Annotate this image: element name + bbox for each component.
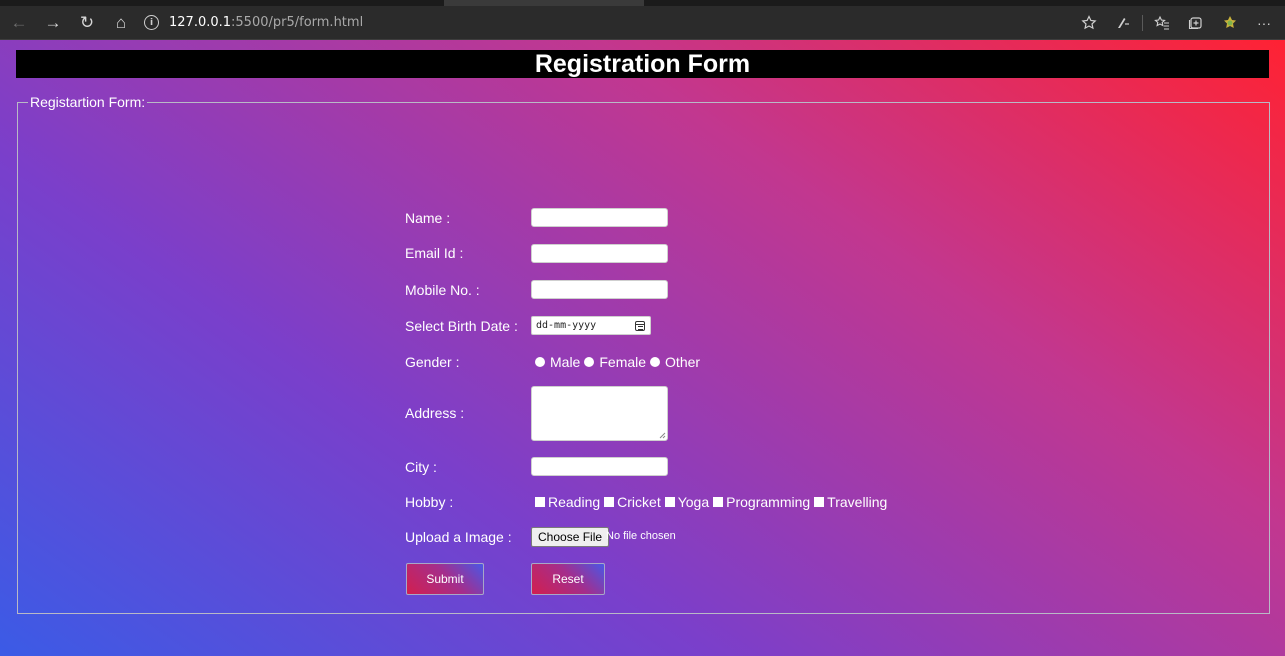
file-status: No file chosen xyxy=(606,530,676,542)
submit-button[interactable]: Submit xyxy=(406,563,484,595)
city-input[interactable] xyxy=(531,457,668,476)
reset-button[interactable]: Reset xyxy=(531,563,605,595)
back-icon[interactable]: ← xyxy=(4,8,34,38)
hobby-programming-checkbox[interactable] xyxy=(713,497,724,507)
read-aloud-icon[interactable] xyxy=(1108,8,1138,38)
gender-female-label: Female xyxy=(599,354,647,370)
refresh-icon[interactable]: ↻ xyxy=(72,8,102,38)
toolbar-separator xyxy=(1142,15,1143,31)
upload-label: Upload a Image : xyxy=(405,529,512,545)
mobile-input[interactable] xyxy=(531,280,668,299)
more-options-icon[interactable]: ··· xyxy=(1249,8,1279,38)
birthdate-label: Select Birth Date : xyxy=(405,318,518,334)
choose-file-button[interactable]: Choose File xyxy=(531,527,610,547)
address-path: :5500/pr5/form.html xyxy=(231,15,364,30)
forward-icon[interactable]: → xyxy=(38,8,68,38)
hobby-label: Hobby : xyxy=(405,494,454,510)
birthdate-input[interactable]: dd-mm-yyyy xyxy=(531,316,651,335)
hobby-reading-label: Reading xyxy=(548,494,601,510)
profile-icon[interactable] xyxy=(1215,8,1245,38)
city-label: City : xyxy=(405,459,437,475)
favorites-icon[interactable] xyxy=(1147,8,1177,38)
gender-label: Gender : xyxy=(405,354,460,370)
email-label: Email Id : xyxy=(405,245,464,261)
gender-options: Male Female Other xyxy=(531,354,700,370)
name-label: Name : xyxy=(405,210,451,226)
gender-male-label: Male xyxy=(550,354,581,370)
page-body: Registration Form Registartion Form: Nam… xyxy=(0,40,1285,656)
name-input[interactable] xyxy=(531,208,668,227)
browser-toolbar: ← → ↻ ⌂ i 127.0.0.1:5500/pr5/form.html ·… xyxy=(0,6,1285,40)
email-input[interactable] xyxy=(531,244,668,263)
hobby-yoga-label: Yoga xyxy=(677,494,710,510)
resize-handle-icon[interactable] xyxy=(659,432,666,439)
home-icon[interactable]: ⌂ xyxy=(106,8,136,38)
hobby-options: Reading Cricket Yoga Programming Travell… xyxy=(531,494,887,510)
hobby-yoga-checkbox[interactable] xyxy=(664,497,675,507)
gender-other-label: Other xyxy=(665,354,701,370)
add-favorite-icon[interactable] xyxy=(1074,8,1104,38)
page-title: Registration Form xyxy=(16,50,1269,78)
address-label: Address : xyxy=(405,405,465,421)
fieldset-legend: Registartion Form: xyxy=(30,94,146,110)
info-icon[interactable]: i xyxy=(144,15,159,30)
mobile-label: Mobile No. : xyxy=(405,282,480,298)
hobby-reading-checkbox[interactable] xyxy=(535,497,545,507)
toolbar-right: ··· xyxy=(1070,6,1279,40)
gender-other-radio[interactable] xyxy=(650,357,661,367)
hobby-travelling-label: Travelling xyxy=(827,494,888,510)
hobby-cricket-label: Cricket xyxy=(617,494,661,510)
address-textarea[interactable] xyxy=(531,386,668,441)
gender-female-radio[interactable] xyxy=(584,357,595,367)
address-bar[interactable]: i 127.0.0.1:5500/pr5/form.html xyxy=(144,10,363,36)
hobby-programming-label: Programming xyxy=(726,494,811,510)
hobby-travelling-checkbox[interactable] xyxy=(814,497,825,507)
hobby-cricket-checkbox[interactable] xyxy=(604,497,615,507)
calendar-icon[interactable] xyxy=(635,321,645,331)
address-host: 127.0.0.1 xyxy=(169,15,232,30)
gender-male-radio[interactable] xyxy=(535,357,545,367)
collections-icon[interactable] xyxy=(1181,8,1211,38)
birthdate-placeholder: dd-mm-yyyy xyxy=(536,320,597,331)
